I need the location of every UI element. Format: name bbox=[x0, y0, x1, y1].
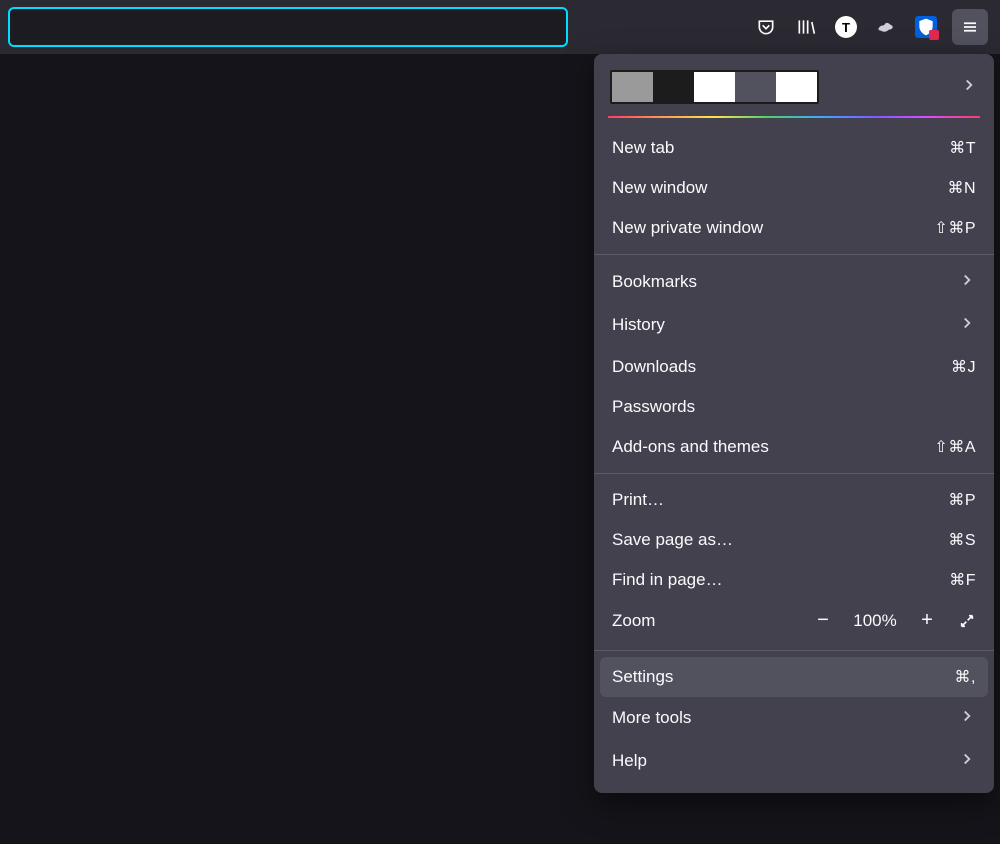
menu-item-label: Settings bbox=[612, 667, 955, 687]
app-menu: New tab⌘TNew window⌘NNew private window⇧… bbox=[594, 54, 994, 793]
menu-item-label: New window bbox=[612, 178, 947, 198]
menu-item-settings[interactable]: Settings⌘, bbox=[600, 657, 988, 697]
browser-toolbar: T bbox=[0, 0, 1000, 54]
pocket-icon[interactable] bbox=[752, 13, 780, 41]
menu-item-shortcut: ⇧⌘A bbox=[934, 437, 976, 457]
chevron-right-icon bbox=[958, 750, 976, 773]
menu-item-label: More tools bbox=[612, 708, 958, 728]
menu-separator bbox=[594, 254, 994, 255]
menu-item-label: Save page as… bbox=[612, 530, 948, 550]
menu-item-add-ons-and-themes[interactable]: Add-ons and themes⇧⌘A bbox=[594, 427, 994, 467]
menu-item-label: Add-ons and themes bbox=[612, 437, 934, 457]
menu-item-label: Downloads bbox=[612, 357, 951, 377]
menu-item-shortcut: ⌘S bbox=[948, 530, 976, 550]
menu-item-shortcut: ⌘P bbox=[948, 490, 976, 510]
menu-account-row[interactable] bbox=[594, 62, 994, 116]
library-icon[interactable] bbox=[792, 13, 820, 41]
menu-zoom-row: Zoom − 100% + bbox=[594, 600, 994, 644]
account-avatar-strip bbox=[610, 70, 819, 104]
menu-item-downloads[interactable]: Downloads⌘J bbox=[594, 347, 994, 387]
extension-animal-icon[interactable] bbox=[872, 13, 900, 41]
menu-item-label: Bookmarks bbox=[612, 272, 958, 292]
extension-shield-icon[interactable] bbox=[912, 13, 940, 41]
menu-item-label: Find in page… bbox=[612, 570, 949, 590]
menu-item-find-in-page[interactable]: Find in page…⌘F bbox=[594, 560, 994, 600]
menu-item-shortcut: ⇧⌘P bbox=[934, 218, 976, 238]
menu-item-new-tab[interactable]: New tab⌘T bbox=[594, 128, 994, 168]
menu-item-passwords[interactable]: Passwords bbox=[594, 387, 994, 427]
chevron-right-icon bbox=[958, 314, 976, 337]
zoom-label: Zoom bbox=[612, 611, 810, 631]
zoom-in-button[interactable]: + bbox=[914, 608, 940, 634]
menu-item-print[interactable]: Print…⌘P bbox=[594, 480, 994, 520]
fullscreen-button[interactable] bbox=[954, 608, 980, 634]
menu-item-label: New private window bbox=[612, 218, 934, 238]
zoom-controls: − 100% + bbox=[810, 608, 980, 634]
account-icon[interactable]: T bbox=[832, 13, 860, 41]
menu-item-label: Passwords bbox=[612, 397, 976, 417]
menu-separator bbox=[594, 650, 994, 651]
chevron-right-icon bbox=[958, 707, 976, 730]
menu-item-shortcut: ⌘N bbox=[947, 178, 976, 198]
menu-item-more-tools[interactable]: More tools bbox=[594, 697, 994, 740]
menu-item-new-window[interactable]: New window⌘N bbox=[594, 168, 994, 208]
url-bar[interactable] bbox=[8, 7, 568, 47]
menu-item-shortcut: ⌘, bbox=[955, 667, 976, 687]
zoom-value: 100% bbox=[850, 611, 900, 631]
menu-item-new-private-window[interactable]: New private window⇧⌘P bbox=[594, 208, 994, 248]
menu-item-label: History bbox=[612, 315, 958, 335]
menu-item-shortcut: ⌘F bbox=[949, 570, 976, 590]
toolbar-icons: T bbox=[752, 9, 992, 45]
menu-item-label: Print… bbox=[612, 490, 948, 510]
app-menu-button[interactable] bbox=[952, 9, 988, 45]
menu-item-save-page-as[interactable]: Save page as…⌘S bbox=[594, 520, 994, 560]
chevron-right-icon bbox=[958, 271, 976, 294]
menu-item-label: New tab bbox=[612, 138, 949, 158]
menu-item-shortcut: ⌘J bbox=[951, 357, 976, 377]
menu-separator bbox=[594, 473, 994, 474]
menu-item-help[interactable]: Help bbox=[594, 740, 994, 783]
chevron-right-icon bbox=[960, 76, 978, 99]
menu-item-history[interactable]: History bbox=[594, 304, 994, 347]
menu-item-shortcut: ⌘T bbox=[949, 138, 976, 158]
menu-item-label: Help bbox=[612, 751, 958, 771]
zoom-out-button[interactable]: − bbox=[810, 608, 836, 634]
menu-item-bookmarks[interactable]: Bookmarks bbox=[594, 261, 994, 304]
